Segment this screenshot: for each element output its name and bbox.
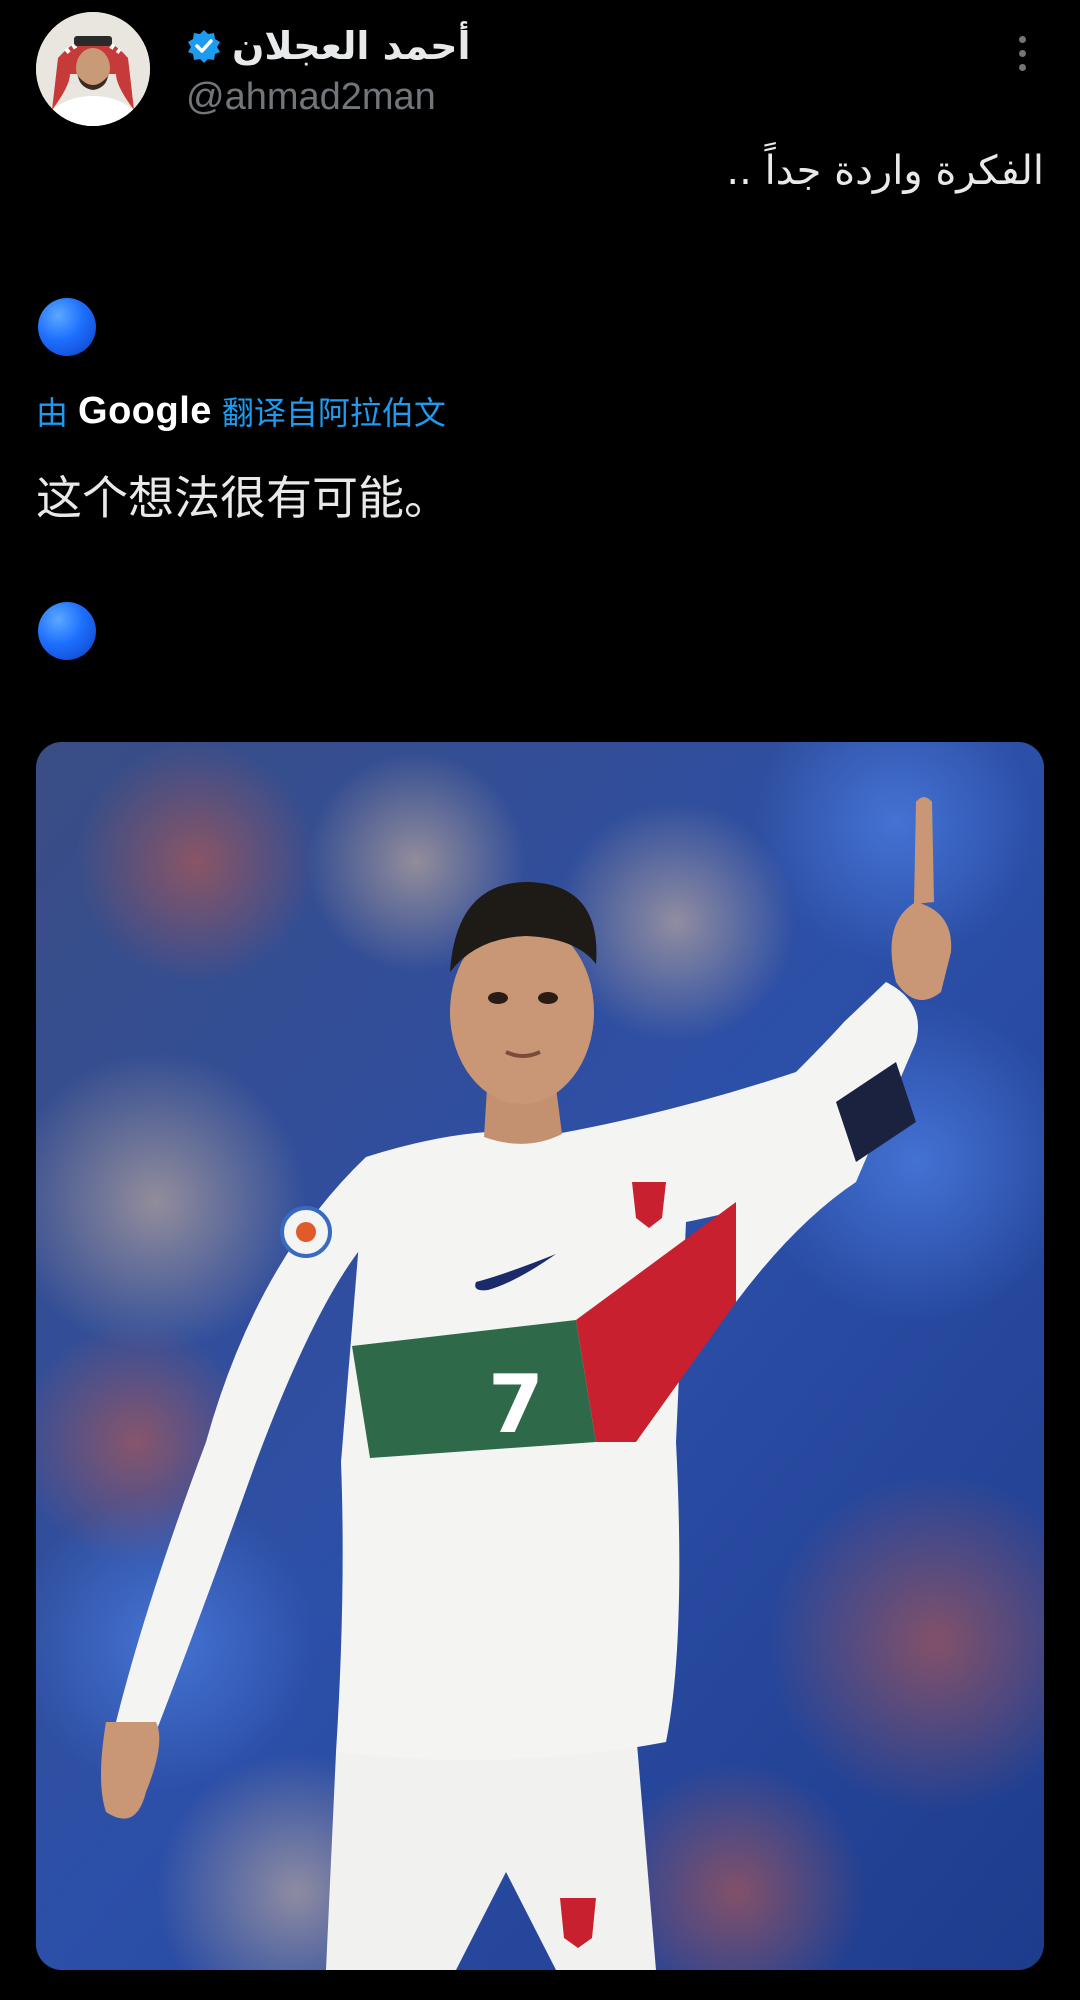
author-handle[interactable]: @ahmad2man [186, 76, 436, 119]
player-photo: 7 [36, 742, 1044, 1970]
tweet-header: أحمد العجلان @ahmad2man [0, 0, 1080, 140]
verified-badge-icon [188, 30, 220, 63]
blue-circle-icon [38, 602, 96, 660]
author-display-name: أحمد العجلان [232, 24, 471, 68]
tweet-text: الفكرة واردة جداً .. [726, 148, 1044, 194]
google-logo: Google [78, 389, 212, 432]
translation-attribution[interactable]: 由 Google 翻译自阿拉伯文 [36, 386, 446, 436]
tweet-media-photo[interactable]: 7 [36, 742, 1044, 1970]
translated-text: 这个想法很有可能。 [36, 471, 450, 525]
avatar[interactable] [36, 12, 150, 126]
author-name-row[interactable]: أحمد العجلان [186, 18, 470, 74]
svg-text:7: 7 [488, 1358, 544, 1451]
avatar-image [36, 12, 150, 126]
more-vertical-icon[interactable] [1012, 36, 1032, 80]
blue-circle-icon [38, 298, 96, 356]
translation-by-label: 由 [36, 394, 69, 432]
translation-source-label: 翻译自阿拉伯文 [221, 394, 446, 432]
